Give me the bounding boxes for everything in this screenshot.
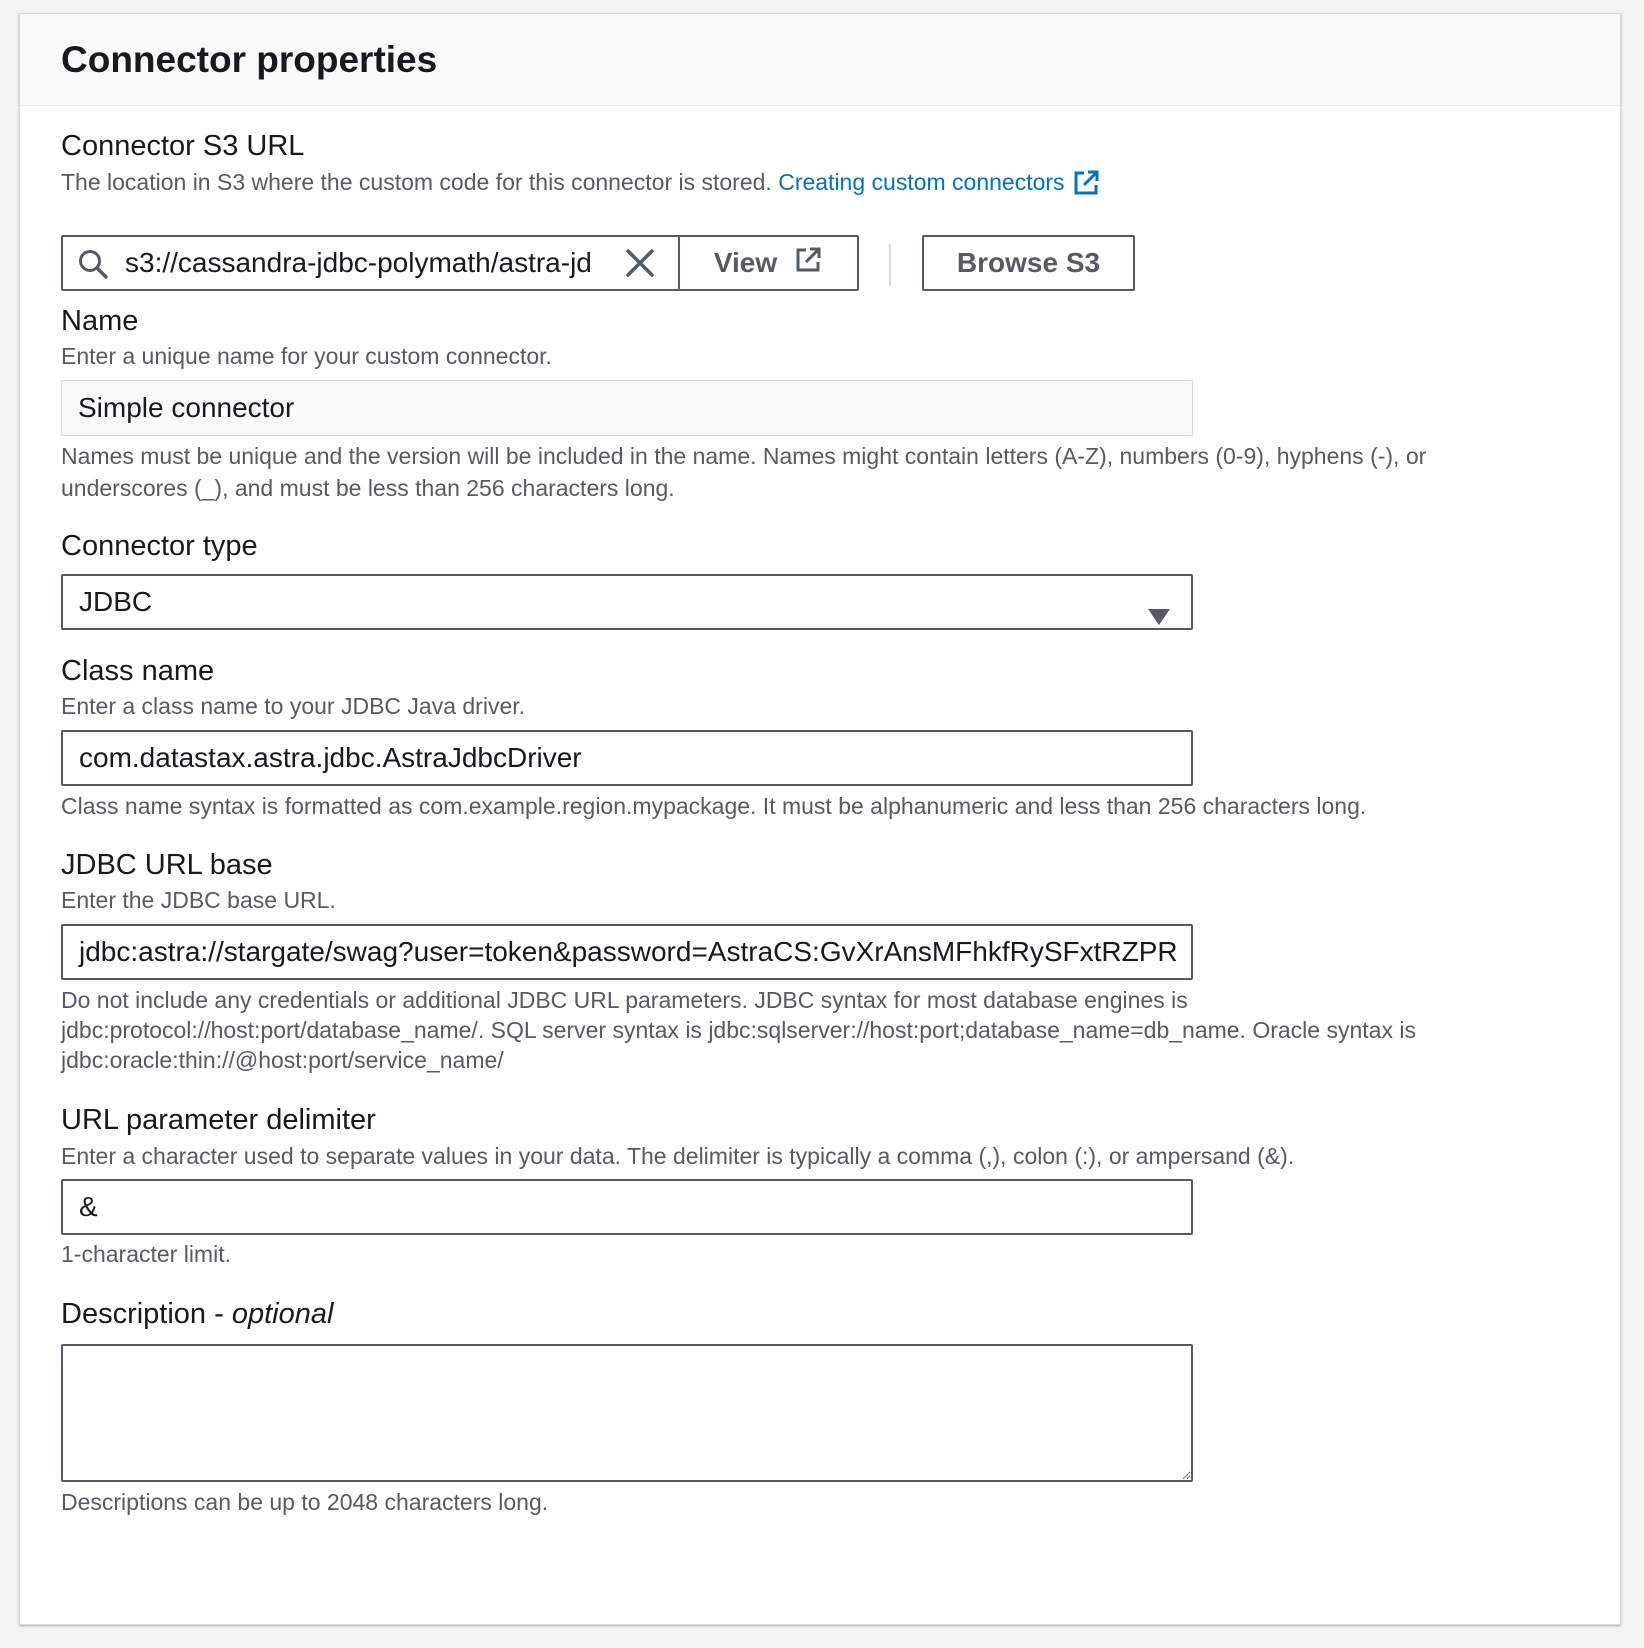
view-button[interactable]: View xyxy=(678,235,859,291)
browse-s3-button[interactable]: Browse S3 xyxy=(922,235,1135,291)
name-input[interactable]: Simple connector xyxy=(61,380,1193,436)
jdbc-url-constraint-line-1: Do not include any credentials or additi… xyxy=(61,987,1188,1013)
panel-header: Connector properties xyxy=(20,14,1620,106)
button-divider xyxy=(889,244,891,286)
jdbc-url-label: JDBC URL base xyxy=(61,849,273,881)
name-description: Enter a unique name for your custom conn… xyxy=(61,343,552,369)
jdbc-url-constraint-line-2: jdbc:protocol://host:port/database_name/… xyxy=(61,1017,1416,1043)
external-link-icon xyxy=(793,245,823,282)
connector-type-value: JDBC xyxy=(79,586,153,617)
connector-type-select[interactable]: JDBC xyxy=(61,574,1193,630)
connector-properties-panel: Connector properties Connector S3 URL Th… xyxy=(19,13,1621,1625)
connector-type-label: Connector type xyxy=(61,530,258,562)
search-icon xyxy=(77,248,109,285)
s3-url-value[interactable]: s3://cassandra-jdbc-polymath/astra-jd xyxy=(125,237,609,289)
delimiter-input[interactable]: & xyxy=(61,1179,1193,1235)
description-label: Description - optional xyxy=(61,1296,333,1332)
delimiter-label: URL parameter delimiter xyxy=(61,1104,376,1136)
class-name-input[interactable]: com.datastax.astra.jdbc.AstraJdbcDriver xyxy=(61,730,1193,786)
help-link-label: Creating custom connectors xyxy=(778,169,1065,195)
s3-url-search-input[interactable]: s3://cassandra-jdbc-polymath/astra-jd xyxy=(61,235,681,291)
view-button-label: View xyxy=(713,247,778,278)
jdbc-url-description: Enter the JDBC base URL. xyxy=(61,887,336,913)
description-textarea[interactable] xyxy=(61,1344,1193,1482)
s3-url-description-text: The location in S3 where the custom code… xyxy=(61,169,772,195)
caret-down-icon xyxy=(1147,592,1171,628)
delimiter-description: Enter a character used to separate value… xyxy=(61,1143,1295,1169)
description-constraint: Descriptions can be up to 2048 character… xyxy=(61,1489,549,1515)
external-link-icon xyxy=(1071,168,1101,206)
optional-tag: optional xyxy=(231,1298,334,1330)
description-label-text: Description - xyxy=(61,1298,232,1330)
jdbc-url-constraint-line-3: jdbc:oracle:thin://@host:port/service_na… xyxy=(61,1047,504,1073)
jdbc-url-input[interactable]: jdbc:astra://stargate/swag?user=token&pa… xyxy=(61,924,1193,980)
class-name-description: Enter a class name to your JDBC Java dri… xyxy=(61,693,526,719)
class-name-constraint: Class name syntax is formatted as com.ex… xyxy=(61,793,1367,819)
creating-custom-connectors-link[interactable]: Creating custom connectors xyxy=(778,169,1100,195)
panel-title: Connector properties xyxy=(61,39,438,80)
delimiter-constraint: 1-character limit. xyxy=(61,1241,231,1267)
class-name-label: Class name xyxy=(61,655,215,687)
name-label: Name xyxy=(61,305,139,337)
s3-url-label: Connector S3 URL xyxy=(61,130,305,162)
s3-url-description: The location in S3 where the custom code… xyxy=(61,166,1101,206)
name-constraint: Names must be unique and the version wil… xyxy=(61,443,1427,501)
close-icon[interactable] xyxy=(625,248,655,283)
